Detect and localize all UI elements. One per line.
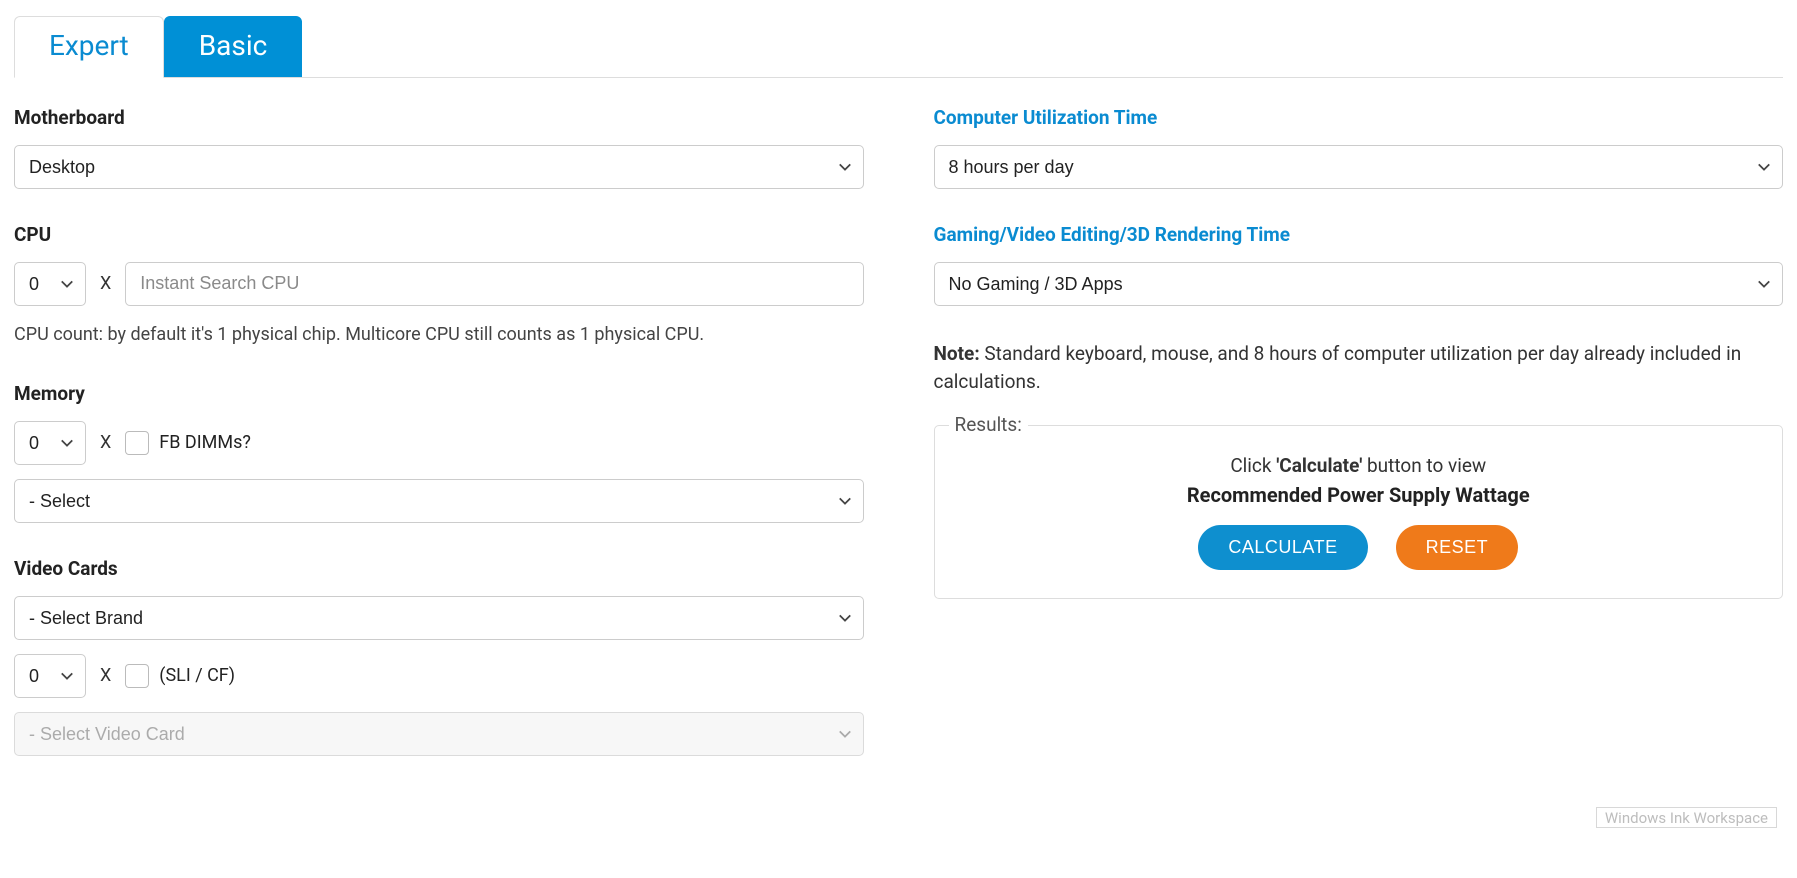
results-buttons: CALCULATE RESET [955,525,1763,570]
utilization-group: Computer Utilization Time 8 hours per da… [934,106,1784,189]
gaming-group: Gaming/Video Editing/3D Rendering Time N… [934,223,1784,306]
video-count-select-wrap: 0 [14,654,86,698]
video-label: Video Cards [14,557,864,580]
reset-button[interactable]: RESET [1396,525,1519,570]
cpu-row: 0 X [14,262,864,306]
results-box: Results: Click 'Calculate' button to vie… [934,425,1784,599]
right-column: Computer Utilization Time 8 hours per da… [934,106,1784,790]
tabs: Expert Basic [14,16,1783,78]
motherboard-group: Motherboard Desktop [14,106,864,189]
video-brand-select[interactable]: - Select Brand [14,596,864,640]
video-card-select[interactable]: - Select Video Card [14,712,864,756]
utilization-label[interactable]: Computer Utilization Time [934,106,1784,129]
memory-count-select-wrap: 0 [14,421,86,465]
memory-count-select[interactable]: 0 [14,421,86,465]
results-line2: Recommended Power Supply Wattage [955,483,1763,507]
gaming-select[interactable]: No Gaming / 3D Apps [934,262,1784,306]
video-count-select[interactable]: 0 [14,654,86,698]
memory-type-select-wrap: - Select [14,479,864,523]
cpu-search-wrap [125,262,863,306]
video-count-row: 0 X (SLI / CF) [14,654,864,698]
cpu-group: CPU 0 X CPU count: by defa [14,223,864,348]
results-line1-bold: 'Calculate' [1276,454,1362,477]
note-text: Note: Standard keyboard, mouse, and 8 ho… [934,340,1784,397]
note-body: Standard keyboard, mouse, and 8 hours of… [934,342,1742,394]
page-root: Expert Basic Motherboard Desktop CPU [0,0,1797,830]
results-line1-post: button to view [1362,454,1486,477]
sli-cf-label: (SLI / CF) [159,665,235,686]
results-legend: Results: [949,413,1028,436]
fb-dimms-checkbox[interactable] [125,431,149,455]
video-group: Video Cards - Select Brand 0 [14,557,864,756]
form-columns: Motherboard Desktop CPU 0 [14,106,1783,790]
cpu-hint: CPU count: by default it's 1 physical ch… [14,322,864,348]
memory-row: 0 X FB DIMMs? [14,421,864,465]
memory-group: Memory 0 X FB DIMMs? [14,382,864,523]
cpu-search-input[interactable] [125,262,863,306]
fb-dimms-label: FB DIMMs? [159,432,251,453]
cpu-count-select[interactable]: 0 [14,262,86,306]
tab-basic[interactable]: Basic [164,16,303,77]
note-bold: Note: [934,342,980,365]
motherboard-select-wrap: Desktop [14,145,864,189]
left-column: Motherboard Desktop CPU 0 [14,106,864,790]
utilization-select[interactable]: 8 hours per day [934,145,1784,189]
cpu-x-separator: X [100,273,111,294]
memory-type-select[interactable]: - Select [14,479,864,523]
windows-ink-workspace-label: Windows Ink Workspace [1596,807,1777,828]
utilization-select-wrap: 8 hours per day [934,145,1784,189]
motherboard-select[interactable]: Desktop [14,145,864,189]
video-brand-select-wrap: - Select Brand [14,596,864,640]
gaming-select-wrap: No Gaming / 3D Apps [934,262,1784,306]
calculate-button[interactable]: CALCULATE [1198,525,1367,570]
motherboard-label: Motherboard [14,106,864,129]
cpu-label: CPU [14,223,864,246]
memory-label: Memory [14,382,864,405]
sli-cf-checkbox[interactable] [125,664,149,688]
cpu-count-select-wrap: 0 [14,262,86,306]
video-card-select-wrap: - Select Video Card [14,712,864,756]
tab-expert[interactable]: Expert [14,16,164,78]
gaming-label[interactable]: Gaming/Video Editing/3D Rendering Time [934,223,1784,246]
video-x-separator: X [100,665,111,686]
memory-x-separator: X [100,432,111,453]
results-line1-pre: Click [1230,454,1276,477]
results-line1: Click 'Calculate' button to view [955,454,1763,477]
